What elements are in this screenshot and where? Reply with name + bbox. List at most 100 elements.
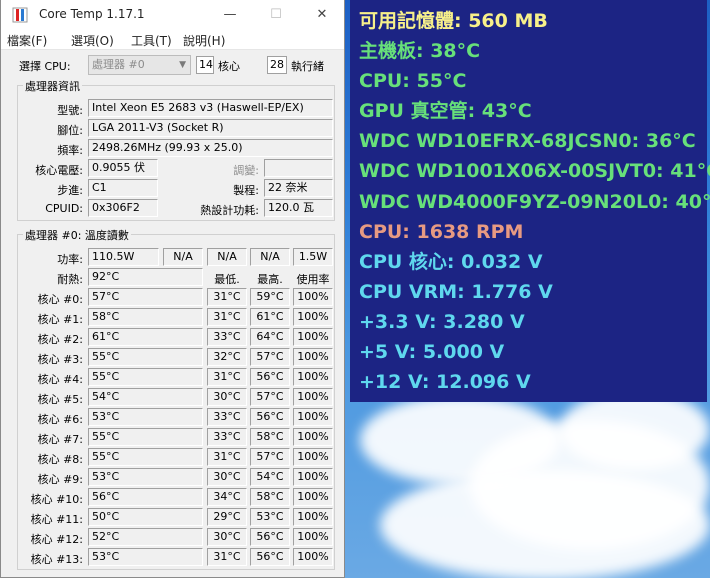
core-max: 58°C xyxy=(250,428,290,446)
load-header: 使用率 xyxy=(296,273,330,286)
core-max: 56°C xyxy=(250,548,290,566)
cores-label: 核心 xyxy=(218,60,240,73)
tjmax-label: 耐熱: xyxy=(57,273,83,286)
core-max: 54°C xyxy=(250,468,290,486)
core-min: 29°C xyxy=(207,508,247,526)
maximize-button[interactable]: ☐ xyxy=(253,0,299,30)
core-label: 核心 #8: xyxy=(37,453,83,466)
sensor-overlay: 可用記憶體: 560 MB 主機板: 38°C CPU: 55°C GPU 真空管: … xyxy=(350,0,710,402)
core-label: 核心 #3: xyxy=(37,353,83,366)
power-label: 功率: xyxy=(57,253,83,266)
lithography-label: 製程: xyxy=(233,184,259,197)
core-max: 61°C xyxy=(250,308,290,326)
core-row: 核心 #4: 55°C 31°C 56°C 100% xyxy=(1,368,346,388)
overlay-reading: CPU 核心: 0.032 V xyxy=(359,250,543,273)
core-label: 核心 #7: xyxy=(37,433,83,446)
core-load: 100% xyxy=(293,428,333,446)
model-label: 型號: xyxy=(57,104,83,117)
revision-value: C1 xyxy=(88,179,158,197)
core-load: 100% xyxy=(293,448,333,466)
core-max: 57°C xyxy=(250,388,290,406)
core-temp: 54°C xyxy=(88,388,203,406)
core-row: 核心 #0: 57°C 31°C 59°C 100% xyxy=(1,288,346,308)
lithography-value: 22 奈米 xyxy=(264,179,333,197)
cpu-dropdown[interactable]: 處理器 #0 ▼ xyxy=(88,55,191,75)
core-row: 核心 #10: 56°C 34°C 58°C 100% xyxy=(1,488,346,508)
tjmax-value: 92°C xyxy=(88,268,203,286)
menu-bar: 檔案(F) 選項(O) 工具(T) 說明(H) xyxy=(1,30,344,50)
minimize-button[interactable]: — xyxy=(207,0,253,30)
core-label: 核心 #0: xyxy=(37,293,83,306)
min-header: 最低. xyxy=(214,273,240,286)
core-load: 100% xyxy=(293,328,333,346)
core-row: 核心 #13: 53°C 31°C 56°C 100% xyxy=(1,548,346,568)
menu-tools[interactable]: 工具(T) xyxy=(131,32,172,49)
overlay-reading: 主機板: 38°C xyxy=(359,40,481,63)
menu-help[interactable]: 說明(H) xyxy=(183,32,225,49)
core-max: 53°C xyxy=(250,508,290,526)
power-package: 110.5W xyxy=(88,248,159,266)
platform-value: LGA 2011-V3 (Socket R) xyxy=(88,119,333,137)
power-dram: 1.5W xyxy=(293,248,333,266)
core-min: 31°C xyxy=(207,288,247,306)
overlay-reading: +12 V: 12.096 V xyxy=(359,371,531,394)
core-row: 核心 #8: 55°C 31°C 57°C 100% xyxy=(1,448,346,468)
core-label: 核心 #4: xyxy=(37,373,83,386)
overlay-reading: WDC WD1001X06X-00SJVT0: 41°C xyxy=(359,160,710,183)
power-cores: N/A xyxy=(163,248,203,266)
core-max: 57°C xyxy=(250,348,290,366)
core-temp: 56°C xyxy=(88,488,203,506)
core-temp: 50°C xyxy=(88,508,203,526)
core-temp: 52°C xyxy=(88,528,203,546)
core-load: 100% xyxy=(293,368,333,386)
overlay-reading: GPU 真空管: 43°C xyxy=(359,100,532,123)
core-row: 核心 #6: 53°C 33°C 56°C 100% xyxy=(1,408,346,428)
core-row: 核心 #2: 61°C 33°C 64°C 100% xyxy=(1,328,346,348)
core-load: 100% xyxy=(293,508,333,526)
core-label: 核心 #13: xyxy=(30,553,83,566)
core-max: 64°C xyxy=(250,328,290,346)
core-min: 30°C xyxy=(207,528,247,546)
core-max: 56°C xyxy=(250,408,290,426)
cpu-dropdown-value: 處理器 #0 xyxy=(92,58,145,71)
overlay-reading: WDC WD4000F9YZ-09N20L0: 40°C xyxy=(359,190,710,213)
overlay-reading: +3.3 V: 3.280 V xyxy=(359,310,525,333)
core-load: 100% xyxy=(293,388,333,406)
core-label: 核心 #2: xyxy=(37,333,83,346)
overlay-reading: CPU: 55°C xyxy=(359,70,467,93)
revision-label: 步進: xyxy=(57,184,83,197)
core-label: 核心 #5: xyxy=(37,393,83,406)
core-min: 31°C xyxy=(207,448,247,466)
core-row: 核心 #11: 50°C 29°C 53°C 100% xyxy=(1,508,346,528)
core-row: 核心 #3: 55°C 32°C 57°C 100% xyxy=(1,348,346,368)
frequency-value: 2498.26MHz (99.93 x 25.0) xyxy=(88,139,333,157)
core-min: 31°C xyxy=(207,308,247,326)
vid-label: 核心電壓: xyxy=(35,164,83,177)
chevron-down-icon: ▼ xyxy=(179,60,186,70)
threads-label: 執行緒 xyxy=(291,60,324,73)
core-min: 30°C xyxy=(207,388,247,406)
model-value: Intel Xeon E5 2683 v3 (Haswell-EP/EX) xyxy=(88,99,333,117)
tdp-value: 120.0 瓦 xyxy=(264,199,333,217)
modulation-value xyxy=(264,159,333,177)
core-min: 31°C xyxy=(207,368,247,386)
close-button[interactable]: ✕ xyxy=(299,0,345,30)
platform-label: 腳位: xyxy=(57,124,83,137)
core-min: 32°C xyxy=(207,348,247,366)
core-min: 31°C xyxy=(207,548,247,566)
menu-options[interactable]: 選項(O) xyxy=(71,32,114,49)
processor-info-title: 處理器資訊 xyxy=(23,78,82,94)
core-temp: 55°C xyxy=(88,428,203,446)
core-load: 100% xyxy=(293,468,333,486)
core-load: 100% xyxy=(293,408,333,426)
core-label: 核心 #6: xyxy=(37,413,83,426)
title-bar[interactable]: Core Temp 1.17.1 — ☐ ✕ xyxy=(1,0,344,30)
menu-file[interactable]: 檔案(F) xyxy=(7,32,47,49)
core-temp: 53°C xyxy=(88,408,203,426)
core-row: 核心 #12: 52°C 30°C 56°C 100% xyxy=(1,528,346,548)
core-min: 33°C xyxy=(207,328,247,346)
thermometer-app-icon xyxy=(12,7,28,23)
core-temp: 57°C xyxy=(88,288,203,306)
core-label: 核心 #11: xyxy=(30,513,83,526)
core-max: 56°C xyxy=(250,368,290,386)
